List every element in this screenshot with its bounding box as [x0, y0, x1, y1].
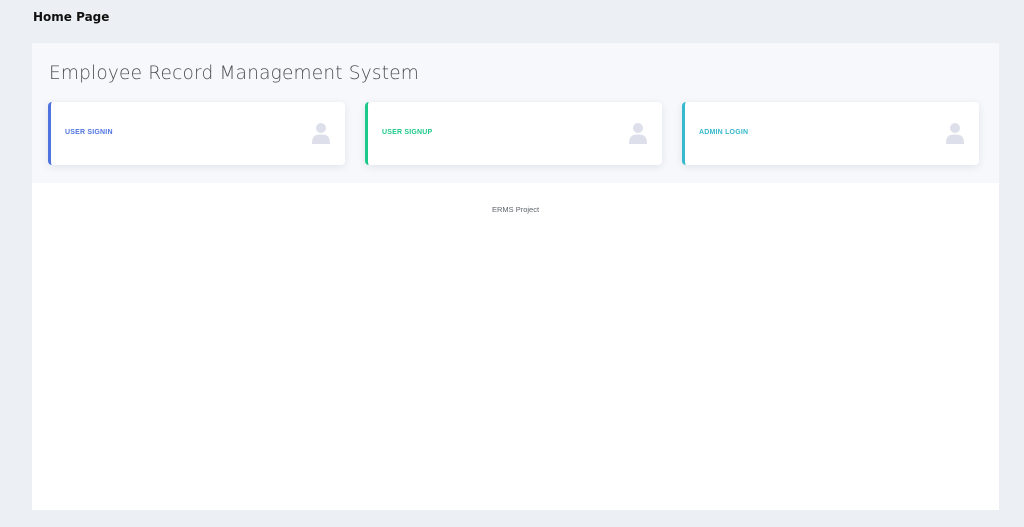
hero-section: Employee Record Management System USER S… — [32, 43, 999, 183]
page-header-title: Home Page — [33, 10, 110, 24]
user-signin-label: USER SIGNIN — [65, 129, 113, 136]
user-icon — [312, 123, 330, 144]
user-signup-label: USER SIGNUP — [382, 129, 433, 136]
admin-login-card[interactable]: ADMIN LOGIN — [682, 102, 979, 165]
system-title: Employee Record Management System — [49, 63, 419, 84]
user-signin-card[interactable]: USER SIGNIN — [48, 102, 345, 165]
content-frame: Employee Record Management System USER S… — [32, 43, 999, 510]
footer-text: ERMS Project — [491, 205, 540, 214]
admin-login-label: ADMIN LOGIN — [699, 129, 749, 136]
user-icon — [629, 123, 647, 144]
user-signup-card[interactable]: USER SIGNUP — [365, 102, 662, 165]
user-icon — [946, 123, 964, 144]
